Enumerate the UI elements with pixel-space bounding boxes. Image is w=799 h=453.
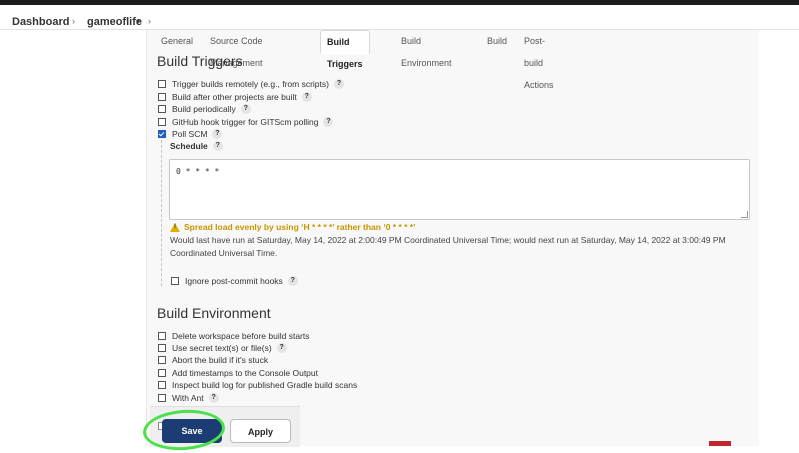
checkbox[interactable] <box>158 393 166 402</box>
schedule-textarea[interactable]: 0 * * * * <box>169 159 750 220</box>
help-icon[interactable]: ? <box>333 78 344 89</box>
option-label: Build after other projects are built <box>172 91 297 102</box>
build-after-other-option[interactable]: Build after other projects are built ? <box>158 91 312 102</box>
checkbox[interactable] <box>158 343 166 352</box>
option-label: Trigger builds remotely (e.g., from scri… <box>172 78 329 89</box>
help-icon[interactable]: ? <box>276 342 287 353</box>
tab-source-code-management[interactable]: Source Code Management <box>204 30 269 68</box>
delete-workspace-option[interactable]: Delete workspace before build starts <box>158 330 310 341</box>
breadcrumb-separator: › <box>72 16 75 26</box>
ignore-post-commit-hooks-option[interactable]: Ignore post-commit hooks ? <box>171 276 298 286</box>
help-icon[interactable]: ? <box>323 116 334 127</box>
option-label: Ignore post-commit hooks <box>185 276 283 286</box>
option-label: Poll SCM <box>172 128 208 139</box>
help-icon[interactable]: ? <box>301 91 312 102</box>
warning-icon <box>170 222 180 232</box>
right-margin <box>759 30 799 446</box>
checkbox[interactable] <box>158 380 166 389</box>
tab-build[interactable]: Build <box>481 30 513 52</box>
resize-handle-icon[interactable] <box>741 211 748 218</box>
checkbox-checked[interactable] <box>158 129 166 138</box>
checkbox[interactable] <box>171 277 179 285</box>
option-label: With Ant <box>172 392 204 403</box>
option-label: Use secret text(s) or file(s) <box>172 342 272 353</box>
option-label: Inspect build log for published Gradle b… <box>172 379 358 390</box>
apply-button[interactable]: Apply <box>230 419 291 443</box>
tab-general[interactable]: General <box>155 30 199 52</box>
option-label: Abort the build if it's stuck <box>172 354 269 365</box>
help-icon[interactable]: ? <box>212 128 223 139</box>
warning-text: Spread load evenly by using ‘H * * * *’ … <box>184 222 416 232</box>
abort-if-stuck-option[interactable]: Abort the build if it's stuck <box>158 354 268 365</box>
build-environment-title: Build Environment <box>157 305 271 321</box>
build-periodically-option[interactable]: Build periodically ? <box>158 103 251 114</box>
tab-build-triggers[interactable]: Build Triggers <box>320 30 370 69</box>
schedule-label-text: Schedule <box>170 141 208 151</box>
option-label: Delete workspace before build starts <box>172 330 310 341</box>
use-secret-option[interactable]: Use secret text(s) or file(s) ? <box>158 342 287 353</box>
checkbox[interactable] <box>158 355 166 364</box>
schedule-warning: Spread load evenly by using ‘H * * * *’ … <box>170 222 415 232</box>
schedule-value: 0 * * * * <box>176 167 220 176</box>
option-label: Build periodically <box>172 103 236 114</box>
github-hook-option[interactable]: GitHub hook trigger for GITScm polling ? <box>158 116 334 127</box>
inspect-gradle-option[interactable]: Inspect build log for published Gradle b… <box>158 379 357 390</box>
red-marker <box>709 441 731 446</box>
tab-build-environment[interactable]: Build Environment <box>395 30 458 68</box>
breadcrumb-separator: › <box>148 16 151 26</box>
breadcrumb-project[interactable]: gameoflife <box>87 16 142 28</box>
checkbox[interactable] <box>158 104 166 113</box>
checkbox[interactable] <box>158 331 166 340</box>
checkbox[interactable] <box>158 79 166 88</box>
help-icon[interactable]: ? <box>212 141 223 151</box>
chevron-down-icon[interactable]: ▾ <box>136 17 140 26</box>
breadcrumb: Dashboard › gameoflife ▾ › <box>0 5 799 30</box>
breadcrumb-dashboard[interactable]: Dashboard <box>12 16 69 28</box>
schedule-info: Would last have run at Saturday, May 14,… <box>170 235 726 258</box>
add-timestamps-option[interactable]: Add timestamps to the Console Output <box>158 367 318 378</box>
checkbox[interactable] <box>158 92 166 101</box>
help-icon[interactable]: ? <box>208 392 219 403</box>
left-margin <box>0 30 146 446</box>
trigger-remote-option[interactable]: Trigger builds remotely (e.g., from scri… <box>158 78 344 89</box>
help-icon[interactable]: ? <box>287 276 298 286</box>
with-ant-option[interactable]: With Ant ? <box>158 392 219 403</box>
schedule-label: Schedule ? <box>170 141 223 151</box>
option-label: GitHub hook trigger for GITScm polling <box>172 116 319 127</box>
checkbox[interactable] <box>158 117 166 126</box>
checkbox[interactable] <box>158 368 166 377</box>
help-icon[interactable]: ? <box>240 103 251 114</box>
build-triggers-title: Build Triggers <box>157 53 243 69</box>
poll-scm-option[interactable]: Poll SCM ? <box>158 128 223 139</box>
nested-options-guide <box>161 140 162 286</box>
tab-post-build-actions[interactable]: Post-build Actions <box>518 30 560 90</box>
option-label: Add timestamps to the Console Output <box>172 367 318 378</box>
